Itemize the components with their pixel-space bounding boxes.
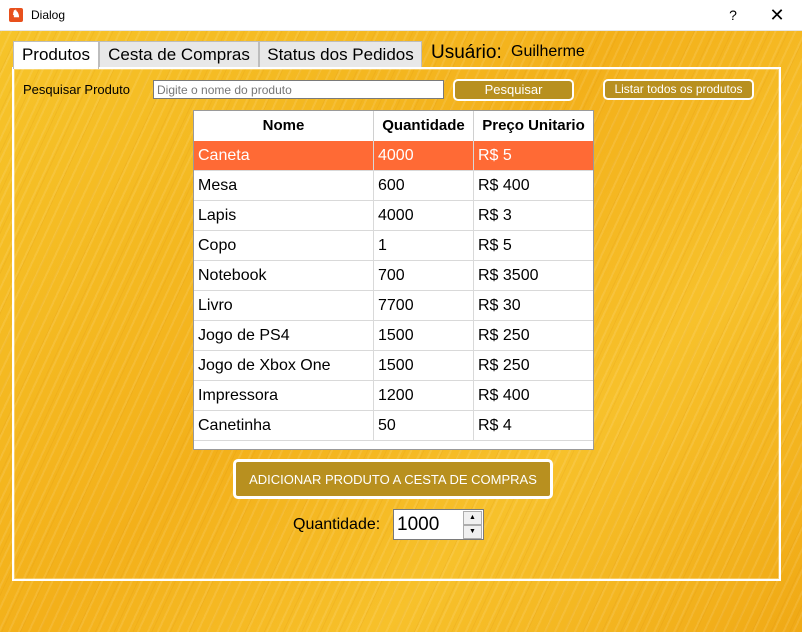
search-label: Pesquisar Produto xyxy=(23,82,130,97)
window-title: Dialog xyxy=(31,8,66,22)
table-row[interactable]: Impressora 1200 R$ 400 xyxy=(194,381,593,411)
table-row[interactable]: Jogo de Xbox One 1500 R$ 250 xyxy=(194,351,593,381)
cell-preco[interactable]: R$ 400 xyxy=(474,381,593,411)
cell-quantidade[interactable]: 700 xyxy=(374,261,474,291)
cell-preco[interactable]: R$ 5 xyxy=(474,141,593,171)
cell-nome[interactable]: Livro xyxy=(194,291,374,321)
quantity-value[interactable]: 1000 xyxy=(397,514,439,536)
table-row[interactable]: Caneta 4000 R$ 5 xyxy=(194,141,593,171)
cell-quantidade[interactable]: 4000 xyxy=(374,141,474,171)
cell-quantidade[interactable]: 1500 xyxy=(374,351,474,381)
cell-preco[interactable]: R$ 30 xyxy=(474,291,593,321)
table-row[interactable]: Jogo de PS4 1500 R$ 250 xyxy=(194,321,593,351)
cell-quantidade[interactable]: 7700 xyxy=(374,291,474,321)
cell-preco[interactable]: R$ 250 xyxy=(474,321,593,351)
table-row[interactable]: Lapis 4000 R$ 3 xyxy=(194,201,593,231)
user-name: Guilherme xyxy=(511,43,585,60)
cell-preco[interactable]: R$ 400 xyxy=(474,171,593,201)
products-table[interactable]: Nome Quantidade Preço Unitario Caneta 400… xyxy=(193,110,594,450)
table-row[interactable]: Mesa 600 R$ 400 xyxy=(194,171,593,201)
cell-nome[interactable]: Lapis xyxy=(194,201,374,231)
cell-nome[interactable]: Impressora xyxy=(194,381,374,411)
cell-quantidade[interactable]: 1 xyxy=(374,231,474,261)
cell-nome[interactable]: Notebook xyxy=(194,261,374,291)
cell-preco[interactable]: R$ 5 xyxy=(474,231,593,261)
table-header: Nome Quantidade Preço Unitario xyxy=(194,111,593,141)
cell-quantidade[interactable]: 1500 xyxy=(374,321,474,351)
cell-nome[interactable]: Jogo de Xbox One xyxy=(194,351,374,381)
tab-produtos[interactable]: Produtos xyxy=(13,41,99,69)
table-row[interactable]: Canetinha 50 R$ 4 xyxy=(194,411,593,441)
cell-quantidade[interactable]: 50 xyxy=(374,411,474,441)
spin-down-icon[interactable]: ▼ xyxy=(463,525,482,539)
cell-quantidade[interactable]: 600 xyxy=(374,171,474,201)
cell-preco[interactable]: R$ 3 xyxy=(474,201,593,231)
cell-nome[interactable]: Copo xyxy=(194,231,374,261)
search-button[interactable]: Pesquisar xyxy=(453,79,574,101)
table-row[interactable]: Livro 7700 R$ 30 xyxy=(194,291,593,321)
title-bar: ♞ Dialog ? ✕ xyxy=(0,0,802,31)
search-input[interactable] xyxy=(153,80,444,99)
cell-quantidade[interactable]: 4000 xyxy=(374,201,474,231)
quantity-label: Quantidade: xyxy=(293,516,381,533)
cell-quantidade[interactable]: 1200 xyxy=(374,381,474,411)
cell-nome[interactable]: Canetinha xyxy=(194,411,374,441)
table-row[interactable]: Notebook 700 R$ 3500 xyxy=(194,261,593,291)
cell-preco[interactable]: R$ 4 xyxy=(474,411,593,441)
cell-preco[interactable]: R$ 3500 xyxy=(474,261,593,291)
column-header-preco-unitario[interactable]: Preço Unitario xyxy=(474,111,593,141)
user-label: Usuário: xyxy=(431,42,502,63)
column-header-nome[interactable]: Nome xyxy=(194,111,374,141)
cell-preco[interactable]: R$ 250 xyxy=(474,351,593,381)
tab-status-dos-pedidos[interactable]: Status dos Pedidos xyxy=(259,41,422,68)
spin-up-icon[interactable]: ▲ xyxy=(463,511,482,525)
cell-nome[interactable]: Jogo de PS4 xyxy=(194,321,374,351)
column-header-quantidade[interactable]: Quantidade xyxy=(374,111,474,141)
add-to-cart-button[interactable]: ADICIONAR PRODUTO A CESTA DE COMPRAS xyxy=(233,459,553,499)
close-button[interactable]: ✕ xyxy=(762,4,792,26)
list-all-products-button[interactable]: Listar todos os produtos xyxy=(603,79,754,100)
cell-nome[interactable]: Caneta xyxy=(194,141,374,171)
cell-nome[interactable]: Mesa xyxy=(194,171,374,201)
quantity-stepper[interactable]: 1000 ▲ ▼ xyxy=(393,509,484,540)
tab-cesta-de-compras[interactable]: Cesta de Compras xyxy=(99,41,259,68)
table-row[interactable]: Copo 1 R$ 5 xyxy=(194,231,593,261)
help-button[interactable]: ? xyxy=(722,5,744,25)
app-icon: ♞ xyxy=(9,8,23,22)
